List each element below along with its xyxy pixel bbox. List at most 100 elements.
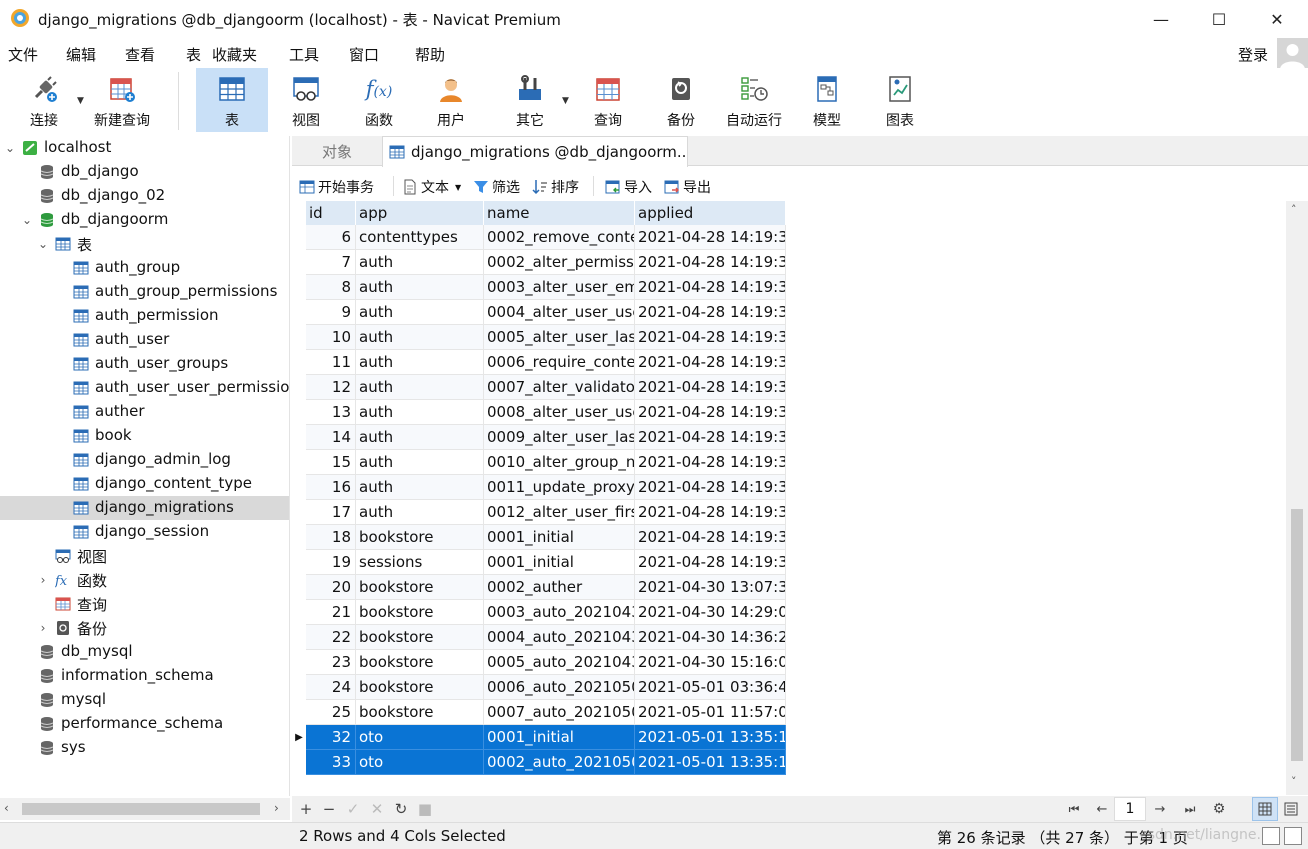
import-button[interactable]: 导入 [605,176,652,198]
cell-applied[interactable]: 2021-04-30 14:29:07 [635,600,786,625]
table-row[interactable]: 10 auth 0005_alter_user_last 2021-04-28 14:… [292,325,786,350]
cell-id[interactable]: 18 [306,525,356,550]
table-row[interactable]: 25 bookstore 0007_auto_2021050 2021-05-01 1… [292,700,786,725]
cell-app[interactable]: bookstore [356,650,484,675]
settings-gear-icon[interactable]: ⚙ [1208,798,1230,820]
cell-app[interactable]: bookstore [356,525,484,550]
chevron-right-icon[interactable]: › [37,621,49,635]
cell-name[interactable]: 0005_auto_2021043 [484,650,635,675]
cell-app[interactable]: auth [356,375,484,400]
column-header-id[interactable]: id [306,201,356,225]
other-button[interactable]: 其它 [494,68,566,132]
add-record-button[interactable]: + [295,798,317,820]
cell-id[interactable]: 13 [306,400,356,425]
cell-id[interactable]: 11 [306,350,356,375]
table-row[interactable]: 12 auth 0007_alter_validator 2021-04-28 14:… [292,375,786,400]
tree-item-django-admin-log[interactable]: django_admin_log [0,448,289,472]
cell-applied[interactable]: 2021-04-28 14:19:38 [635,225,786,250]
cell-id[interactable]: 17 [306,500,356,525]
cell-applied[interactable]: 2021-04-28 14:19:38 [635,275,786,300]
cell-id[interactable]: 24 [306,675,356,700]
cell-applied[interactable]: 2021-04-30 15:16:01 [635,650,786,675]
tree-item-django-session[interactable]: django_session [0,520,289,544]
cell-applied[interactable]: 2021-05-01 13:35:11 [635,725,786,750]
cell-app[interactable]: auth [356,500,484,525]
cell-id[interactable]: 14 [306,425,356,450]
cell-applied[interactable]: 2021-04-28 14:19:38 [635,250,786,275]
cell-id[interactable]: 22 [306,625,356,650]
cell-applied[interactable]: 2021-04-28 14:19:38 [635,375,786,400]
cell-app[interactable]: auth [356,275,484,300]
tree-item-auth-user-user-permissions[interactable]: auth_user_user_permissions [0,376,289,400]
apply-changes-button[interactable]: ✓ [342,798,364,820]
cell-name[interactable]: 0002_alter_permissio [484,250,635,275]
cell-name[interactable]: 0011_update_proxy_ [484,475,635,500]
cell-id[interactable]: 10 [306,325,356,350]
cell-id[interactable]: 32 [306,725,356,750]
cell-applied[interactable]: 2021-04-28 14:19:38 [635,425,786,450]
table-row[interactable]: 15 auth 0010_alter_group_na 2021-04-28 14:1… [292,450,786,475]
cell-app[interactable]: auth [356,475,484,500]
table-row[interactable]: 33 oto 0002_auto_2021050 2021-05-01 13:35:1… [292,750,786,775]
cell-applied[interactable]: 2021-04-28 14:19:38 [635,400,786,425]
menu-table[interactable]: 表 [186,44,201,65]
table-row[interactable]: 9 auth 0004_alter_user_user 2021-04-28 14:1… [292,300,786,325]
cell-app[interactable]: auth [356,325,484,350]
tree-item-django-migrations[interactable]: django_migrations [0,496,289,520]
view-button[interactable]: 视图 [270,68,342,132]
table-row[interactable]: 14 auth 0009_alter_user_last 2021-04-28 14:… [292,425,786,450]
cell-applied[interactable]: 2021-04-28 14:19:38 [635,450,786,475]
menu-favorites[interactable]: 收藏夹 [212,44,257,65]
text-view-button[interactable]: 文本 ▼ [403,176,461,198]
cell-app[interactable]: auth [356,400,484,425]
cell-name[interactable]: 0002_remove_conte [484,225,635,250]
tree-item-views-group[interactable]: 视图 [0,544,289,568]
tree-item-performance-schema[interactable]: performance_schema [0,712,289,736]
cell-app[interactable]: auth [356,425,484,450]
sort-button[interactable]: 排序 [532,176,579,198]
connect-dropdown-icon[interactable]: ▼ [77,96,84,106]
panel-toggle-icon[interactable] [1262,827,1280,845]
backup-button[interactable]: 备份 [645,68,717,132]
function-button[interactable]: f(x) 函数 [343,68,415,132]
cell-applied[interactable]: 2021-04-28 14:19:38 [635,550,786,575]
cell-name[interactable]: 0006_auto_2021050 [484,675,635,700]
cell-name[interactable]: 0003_auto_2021043 [484,600,635,625]
tree-horizontal-scrollbar[interactable]: ‹ › [0,798,290,820]
table-row[interactable]: 16 auth 0011_update_proxy_ 2021-04-28 14:19… [292,475,786,500]
tree-item-auther[interactable]: auther [0,400,289,424]
cell-id[interactable]: 20 [306,575,356,600]
cell-id[interactable]: 8 [306,275,356,300]
cell-id[interactable]: 33 [306,750,356,775]
page-number-input[interactable]: 1 [1114,797,1146,821]
new-query-button[interactable]: 新建查询 [88,68,156,132]
menu-file[interactable]: 文件 [8,44,38,65]
minimize-button[interactable]: — [1132,0,1190,38]
cell-name[interactable]: 0010_alter_group_na [484,450,635,475]
cell-name[interactable]: 0012_alter_user_first [484,500,635,525]
table-row[interactable]: 22 bookstore 0004_auto_2021043 2021-04-30 1… [292,625,786,650]
table-row[interactable]: ▶ 32 oto 0001_initial 2021-05-01 13:35:11 [292,725,786,750]
avatar[interactable] [1277,38,1308,69]
table-row[interactable]: 20 bookstore 0002_auther 2021-04-30 13:07:3… [292,575,786,600]
tree-item-db-django-02[interactable]: db_django_02 [0,184,289,208]
cell-id[interactable]: 25 [306,700,356,725]
cell-name[interactable]: 0006_require_conter [484,350,635,375]
refresh-icon[interactable]: ↻ [390,798,412,820]
cell-app[interactable]: contenttypes [356,225,484,250]
cell-applied[interactable]: 2021-04-28 14:19:38 [635,475,786,500]
chart-button[interactable]: 图表 [864,68,936,132]
cell-app[interactable]: bookstore [356,675,484,700]
cell-id[interactable]: 16 [306,475,356,500]
tree-item-db-mysql[interactable]: db_mysql [0,640,289,664]
grid-vertical-scrollbar[interactable]: ˄ ˅ [1286,201,1308,795]
stop-icon[interactable]: ■ [414,798,436,820]
cell-applied[interactable]: 2021-04-28 14:19:38 [635,500,786,525]
tree-item-auth-user-groups[interactable]: auth_user_groups [0,352,289,376]
cell-applied[interactable]: 2021-04-30 13:07:33 [635,575,786,600]
cell-name[interactable]: 0001_initial [484,525,635,550]
cell-app[interactable]: auth [356,350,484,375]
tab-django-migrations[interactable]: django_migrations @db_djangoorm... [382,136,688,167]
chevron-down-icon[interactable]: ⌄ [37,237,49,251]
cell-name[interactable]: 0004_auto_2021043 [484,625,635,650]
